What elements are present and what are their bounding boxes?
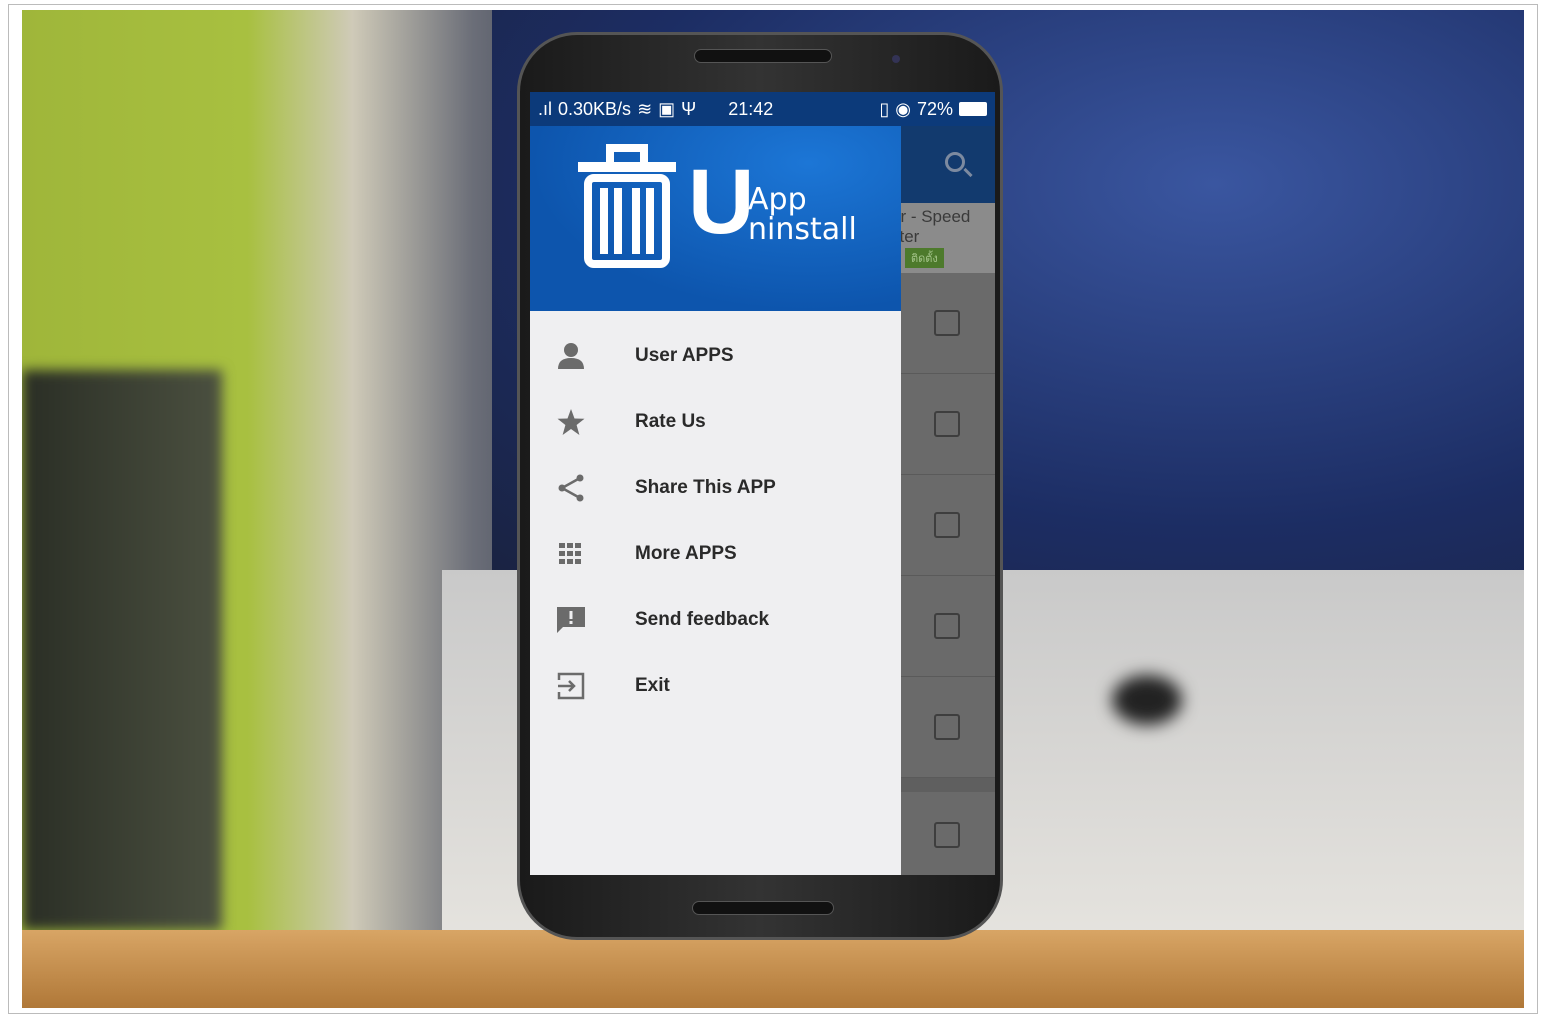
- exit-icon: [557, 672, 585, 700]
- battery-percent: 72%: [916, 98, 953, 119]
- image-icon: ▣: [658, 98, 676, 119]
- menu-item-label: User APPS: [635, 345, 734, 366]
- app-list-dimmed: er - Speed ster ติดตั้ง: [901, 126, 995, 875]
- menu-item-label: Share This APP: [635, 477, 776, 498]
- list-item[interactable]: [901, 778, 995, 875]
- list-item[interactable]: er - Speed ster ติดตั้ง: [901, 203, 995, 273]
- status-bar: .ıl 0.30KB/s ≋ ▣ Ψ 21:42 ▯ ◉ 72%: [530, 92, 995, 126]
- checkbox[interactable]: [934, 613, 960, 639]
- menu-item-feedback[interactable]: Send feedback: [530, 587, 901, 653]
- drawer-menu: User APPS Rate Us Share This APP More AP…: [530, 311, 901, 719]
- earpiece: [694, 49, 832, 63]
- vibrate-icon: ▯: [879, 98, 890, 119]
- menu-item-more-apps[interactable]: More APPS: [530, 521, 901, 587]
- usb-icon: Ψ: [681, 98, 697, 119]
- logo-letter: U: [688, 151, 755, 253]
- checkbox[interactable]: [934, 822, 960, 848]
- share-icon: [558, 474, 584, 502]
- apps-grid-icon: [559, 543, 581, 564]
- menu-item-label: Send feedback: [635, 609, 770, 630]
- checkbox[interactable]: [934, 512, 960, 538]
- list-item[interactable]: [901, 576, 995, 677]
- phone-screen: .ıl 0.30KB/s ≋ ▣ Ψ 21:42 ▯ ◉ 72% er - Sp…: [530, 92, 995, 875]
- person-icon: [558, 343, 584, 369]
- checkbox[interactable]: [934, 714, 960, 740]
- checkbox[interactable]: [934, 411, 960, 437]
- checkbox[interactable]: [934, 310, 960, 336]
- list-item[interactable]: [901, 475, 995, 576]
- star-icon: [557, 409, 585, 435]
- front-camera: [892, 55, 900, 63]
- app-title-cont: ster: [901, 227, 920, 246]
- signal-icon: .ıl: [538, 98, 553, 119]
- menu-item-label: Exit: [635, 675, 670, 696]
- list-item[interactable]: [901, 374, 995, 475]
- home-bar: [692, 901, 834, 915]
- list-item[interactable]: [901, 677, 995, 778]
- network-speed: 0.30KB/s: [558, 98, 632, 119]
- toolbar: [901, 126, 995, 203]
- navigation-drawer: U App ninstall User APPS Rate Us Share T…: [530, 126, 901, 875]
- search-icon[interactable]: [945, 152, 965, 172]
- app-title: er - Speed: [901, 207, 971, 226]
- menu-item-share[interactable]: Share This APP: [530, 455, 901, 521]
- clock: 21:42: [728, 98, 774, 119]
- list-item[interactable]: [901, 273, 995, 374]
- menu-item-label: Rate Us: [635, 411, 706, 432]
- menu-item-user-apps[interactable]: User APPS: [530, 323, 901, 389]
- wifi-icon: ≋: [637, 98, 653, 119]
- battery-icon: [959, 102, 987, 116]
- trash-icon: [578, 144, 676, 268]
- drawer-header: U App ninstall: [530, 126, 901, 311]
- menu-item-label: More APPS: [635, 543, 737, 564]
- feedback-icon: [557, 607, 585, 633]
- menu-item-exit[interactable]: Exit: [530, 653, 901, 719]
- eye-icon: ◉: [895, 98, 911, 119]
- logo-line2: ninstall: [748, 212, 857, 247]
- menu-item-rate-us[interactable]: Rate Us: [530, 389, 901, 455]
- install-badge[interactable]: ติดตั้ง: [905, 248, 944, 268]
